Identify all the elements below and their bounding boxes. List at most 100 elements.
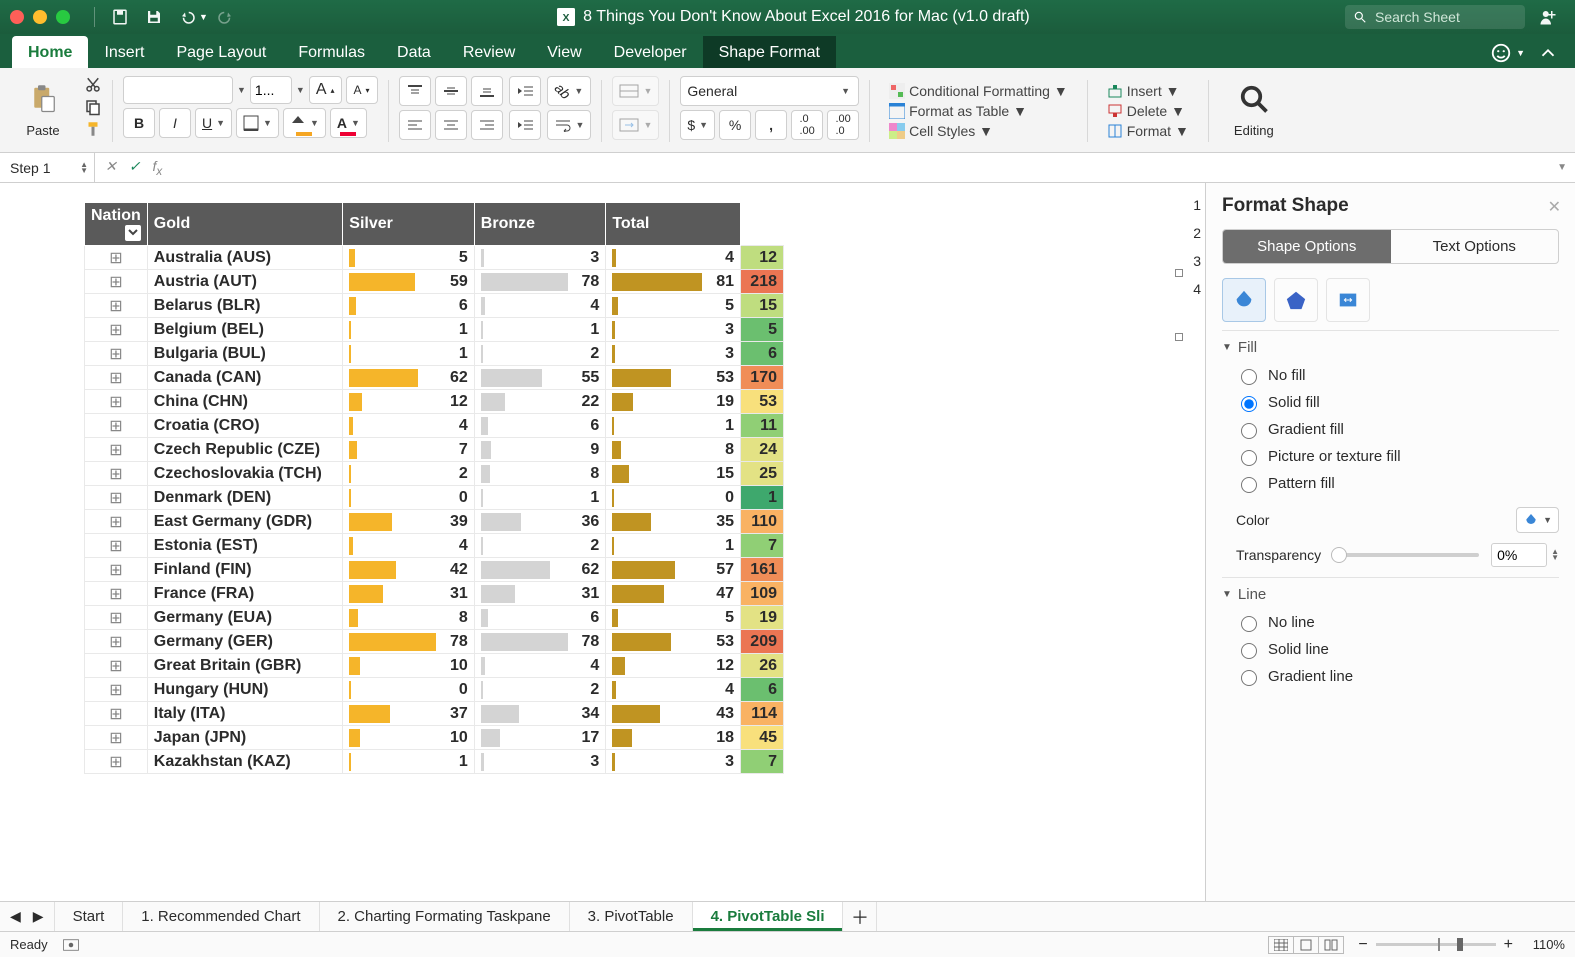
paste-icon[interactable] [28, 84, 58, 114]
conditional-formatting-link[interactable]: Conditional Formatting ▼ [889, 81, 1068, 101]
column-header-silver[interactable]: Silver [343, 203, 475, 246]
line-section-header[interactable]: ▼Line [1222, 577, 1559, 609]
expand-icon[interactable]: ⊞ [85, 726, 148, 750]
expand-icon[interactable]: ⊞ [85, 630, 148, 654]
comma-button[interactable]: , [755, 110, 787, 140]
normal-view-button[interactable] [1268, 936, 1294, 954]
table-row[interactable]: ⊞Austria (AUT)597881218 [85, 270, 784, 294]
table-row[interactable]: ⊞France (FRA)313147109 [85, 582, 784, 606]
cancel-formula-icon[interactable]: ✕ [105, 158, 117, 178]
underline-button[interactable]: U▼ [195, 108, 232, 138]
expand-icon[interactable]: ⊞ [85, 318, 148, 342]
table-row[interactable]: ⊞Bulgaria (BUL)1236 [85, 342, 784, 366]
fill-option-no-fill[interactable]: No fill [1236, 362, 1559, 389]
align-left-button[interactable] [399, 110, 431, 140]
copy-icon[interactable] [84, 98, 102, 116]
format-as-table-link[interactable]: Format as Table ▼ [889, 101, 1068, 121]
currency-button[interactable]: $▼ [680, 110, 715, 140]
line-option-no-line[interactable]: No line [1236, 609, 1559, 636]
expand-icon[interactable]: ⊞ [85, 246, 148, 270]
sheet-tab[interactable]: 2. Charting Formating Taskpane [320, 902, 570, 931]
expand-icon[interactable]: ⊞ [85, 270, 148, 294]
zoom-window-button[interactable] [56, 10, 70, 24]
tab-shape-format[interactable]: Shape Format [703, 36, 836, 68]
wrap-text-button[interactable]: ▼ [547, 110, 592, 140]
slicer-step-3[interactable]: 3 [1193, 253, 1201, 269]
table-row[interactable]: ⊞Australia (AUS)53412 [85, 246, 784, 270]
expand-icon[interactable]: ⊞ [85, 558, 148, 582]
decrease-indent-button[interactable] [509, 76, 541, 106]
expand-icon[interactable]: ⊞ [85, 750, 148, 774]
align-bottom-button[interactable] [471, 76, 503, 106]
minimize-window-button[interactable] [33, 10, 47, 24]
color-picker-button[interactable]: ▼ [1516, 507, 1559, 533]
align-top-button[interactable] [399, 76, 431, 106]
column-header-bronze[interactable]: Bronze [474, 203, 606, 246]
increase-font-button[interactable]: A▴ [309, 76, 342, 104]
table-row[interactable]: ⊞Germany (EUA)86519 [85, 606, 784, 630]
tab-view[interactable]: View [531, 36, 597, 68]
table-row[interactable]: ⊞Estonia (EST)4217 [85, 534, 784, 558]
shape-options-tab[interactable]: Shape Options [1223, 230, 1391, 263]
decrease-font-button[interactable]: A▾ [346, 76, 378, 104]
delete-cells-link[interactable]: Delete ▼ [1107, 101, 1189, 121]
table-row[interactable]: ⊞China (CHN)12221953 [85, 390, 784, 414]
feedback-dropdown-icon[interactable]: ▼ [1516, 48, 1525, 58]
expand-icon[interactable]: ⊞ [85, 486, 148, 510]
page-break-view-button[interactable] [1318, 936, 1344, 954]
column-header-gold[interactable]: Gold [147, 203, 343, 246]
cell-styles-link[interactable]: Cell Styles ▼ [889, 121, 1068, 141]
tab-insert[interactable]: Insert [88, 36, 160, 68]
table-row[interactable]: ⊞Japan (JPN)10171845 [85, 726, 784, 750]
expand-icon[interactable]: ⊞ [85, 438, 148, 462]
zoom-in-button[interactable]: + [1504, 936, 1513, 954]
transparency-slider[interactable] [1333, 553, 1479, 557]
border-button[interactable]: ▼ [236, 108, 279, 138]
close-pane-icon[interactable]: ✕ [1548, 197, 1561, 217]
table-row[interactable]: ⊞Denmark (DEN)0101 [85, 486, 784, 510]
sheet-tab[interactable]: 4. PivotTable Sli [693, 902, 844, 931]
align-middle-button[interactable] [435, 76, 467, 106]
line-option-solid-line[interactable]: Solid line [1236, 636, 1559, 663]
zoom-out-button[interactable]: − [1358, 936, 1367, 954]
align-center-button[interactable] [435, 110, 467, 140]
orientation-button[interactable]: ab▼ [547, 76, 592, 106]
line-option-gradient-line[interactable]: Gradient line [1236, 663, 1559, 690]
column-header-total[interactable]: Total [606, 203, 741, 246]
format-painter-icon[interactable] [84, 120, 102, 138]
size-tab-icon[interactable] [1326, 278, 1370, 322]
autosave-icon[interactable] [111, 8, 129, 26]
table-row[interactable]: ⊞Hungary (HUN)0246 [85, 678, 784, 702]
font-color-button[interactable]: A▼ [330, 108, 367, 138]
expand-icon[interactable]: ⊞ [85, 342, 148, 366]
tab-page-layout[interactable]: Page Layout [160, 36, 282, 68]
expand-icon[interactable]: ⊞ [85, 294, 148, 318]
expand-icon[interactable]: ⊞ [85, 414, 148, 438]
collapse-ribbon-icon[interactable] [1537, 42, 1559, 64]
table-row[interactable]: ⊞Kazakhstan (KAZ)1337 [85, 750, 784, 774]
fill-section-header[interactable]: ▼Fill [1222, 330, 1559, 362]
search-input[interactable] [1373, 8, 1503, 26]
table-row[interactable]: ⊞East Germany (GDR)393635110 [85, 510, 784, 534]
text-options-tab[interactable]: Text Options [1391, 230, 1559, 263]
zoom-slider[interactable] [1376, 943, 1496, 946]
share-icon[interactable] [1539, 8, 1557, 26]
fill-option-picture-or-texture-fill[interactable]: Picture or texture fill [1236, 443, 1559, 470]
expand-icon[interactable]: ⊞ [85, 390, 148, 414]
name-box[interactable]: Step 1 ▲▼ [0, 153, 95, 182]
font-name-input[interactable] [123, 76, 233, 104]
increase-indent-button[interactable] [509, 110, 541, 140]
table-row[interactable]: ⊞Belgium (BEL)1135 [85, 318, 784, 342]
expand-icon[interactable]: ⊞ [85, 582, 148, 606]
slicer-step-1[interactable]: 1 [1193, 197, 1201, 213]
filter-icon[interactable] [125, 225, 141, 241]
table-row[interactable]: ⊞Great Britain (GBR)1041226 [85, 654, 784, 678]
expand-icon[interactable]: ⊞ [85, 510, 148, 534]
search-box[interactable] [1345, 5, 1525, 29]
italic-button[interactable]: I [159, 108, 191, 138]
selection-handle[interactable] [1175, 269, 1183, 277]
expand-formula-icon[interactable]: ▼ [1557, 162, 1575, 173]
tab-home[interactable]: Home [12, 36, 88, 68]
sheet-prev-icon[interactable]: ◀ [10, 908, 21, 925]
table-row[interactable]: ⊞Belarus (BLR)64515 [85, 294, 784, 318]
